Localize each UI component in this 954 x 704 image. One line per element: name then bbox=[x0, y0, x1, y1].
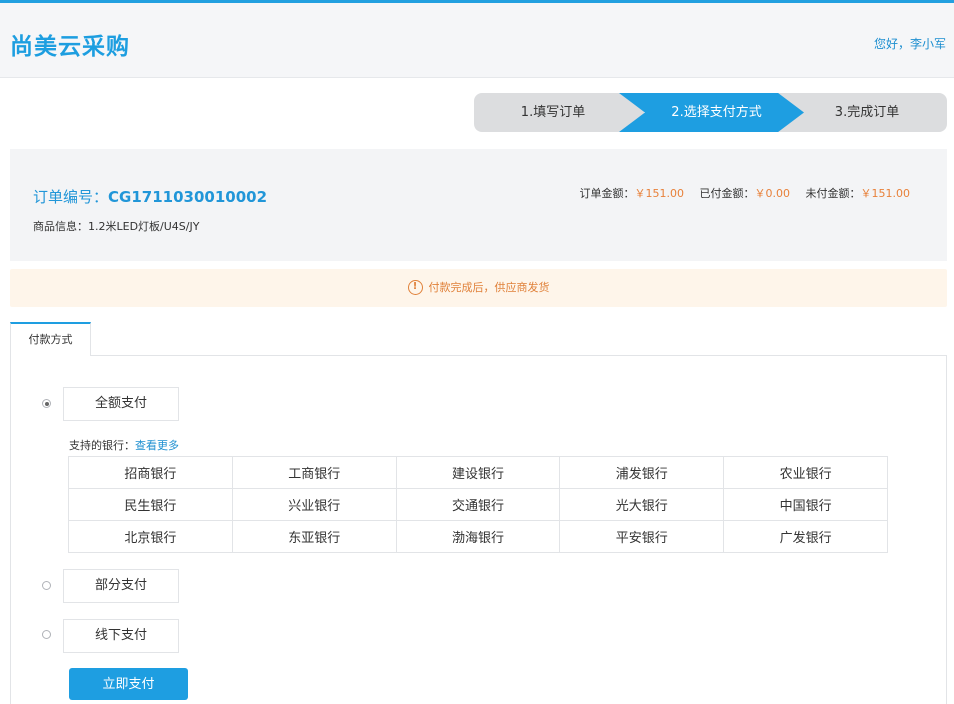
bank-cell[interactable]: 浦发银行 bbox=[559, 456, 725, 489]
bank-grid: 招商银行 工商银行 建设银行 浦发银行 农业银行 民生银行 兴业银行 交通银行 … bbox=[68, 456, 888, 553]
order-amounts: 订单金额：￥151.00 已付金额：￥0.00 未付金额：￥151.00 bbox=[580, 185, 911, 201]
step-choose-payment: 2.选择支付方式 bbox=[619, 93, 804, 132]
checkout-steps: 1.填写订单 3.完成订单 2.选择支付方式 bbox=[474, 93, 947, 132]
bank-cell[interactable]: 工商银行 bbox=[231, 456, 397, 489]
warning-icon: ! bbox=[407, 279, 423, 295]
order-number-label: 订单编号： bbox=[33, 188, 109, 206]
goods-value: 1.2米LED灯板/U4S/JY bbox=[88, 220, 200, 233]
order-amount-value: ￥151.00 bbox=[634, 187, 685, 200]
option-partial-payment[interactable]: 部分支付 bbox=[63, 569, 179, 603]
order-number-value: CG1711030010002 bbox=[108, 188, 268, 206]
bank-cell[interactable]: 民生银行 bbox=[68, 488, 233, 521]
bank-cell[interactable]: 渤海银行 bbox=[395, 520, 561, 553]
view-more-link[interactable]: 查看更多 bbox=[135, 439, 179, 452]
tab-payment-method[interactable]: 付款方式 bbox=[10, 322, 91, 356]
goods-label: 商品信息： bbox=[33, 220, 88, 233]
radio-offline-payment[interactable] bbox=[42, 630, 51, 639]
order-summary: 订单编号：CG1711030010002 商品信息：1.2米LED灯板/U4S/… bbox=[10, 149, 947, 261]
order-number: 订单编号：CG1711030010002 bbox=[33, 186, 267, 207]
option-offline-payment[interactable]: 线下支付 bbox=[63, 619, 179, 653]
radio-full-payment[interactable] bbox=[42, 399, 51, 408]
bank-cell[interactable]: 平安银行 bbox=[559, 520, 725, 553]
supported-banks-label: 支持的银行： bbox=[69, 439, 135, 452]
unpaid-amount-value: ￥151.00 bbox=[860, 187, 911, 200]
notice-text: 付款完成后，供应商发货 bbox=[428, 281, 550, 294]
bank-cell[interactable]: 招商银行 bbox=[68, 456, 233, 489]
step-fill-order: 1.填写订单 bbox=[474, 93, 644, 132]
bank-cell[interactable]: 广发银行 bbox=[723, 520, 888, 553]
bank-cell[interactable]: 北京银行 bbox=[68, 520, 233, 553]
order-amount-label: 订单金额： bbox=[579, 187, 635, 200]
bank-cell[interactable]: 建设银行 bbox=[395, 456, 561, 489]
user-greeting[interactable]: 您好，李小军 bbox=[874, 35, 946, 52]
top-header: 尚美云采购 您好，李小军 bbox=[0, 0, 954, 78]
bank-cell[interactable]: 农业银行 bbox=[723, 456, 888, 489]
supported-banks: 支持的银行：查看更多 bbox=[69, 437, 179, 453]
goods-info: 商品信息：1.2米LED灯板/U4S/JY bbox=[33, 218, 199, 234]
option-full-payment[interactable]: 全额支付 bbox=[63, 387, 179, 421]
bank-cell[interactable]: 中国银行 bbox=[723, 488, 888, 521]
bank-cell[interactable]: 交通银行 bbox=[395, 488, 561, 521]
bank-cell[interactable]: 光大银行 bbox=[559, 488, 725, 521]
radio-partial-payment[interactable] bbox=[42, 581, 51, 590]
shipping-notice: ! 付款完成后，供应商发货 bbox=[10, 269, 947, 307]
bank-cell[interactable]: 兴业银行 bbox=[231, 488, 397, 521]
pay-now-button[interactable]: 立即支付 bbox=[69, 668, 188, 700]
paid-amount-label: 已付金额： bbox=[699, 187, 755, 200]
bank-cell[interactable]: 东亚银行 bbox=[231, 520, 397, 553]
paid-amount-value: ￥0.00 bbox=[754, 187, 791, 200]
unpaid-amount-label: 未付金额： bbox=[805, 187, 861, 200]
logo[interactable]: 尚美云采购 bbox=[10, 27, 130, 61]
